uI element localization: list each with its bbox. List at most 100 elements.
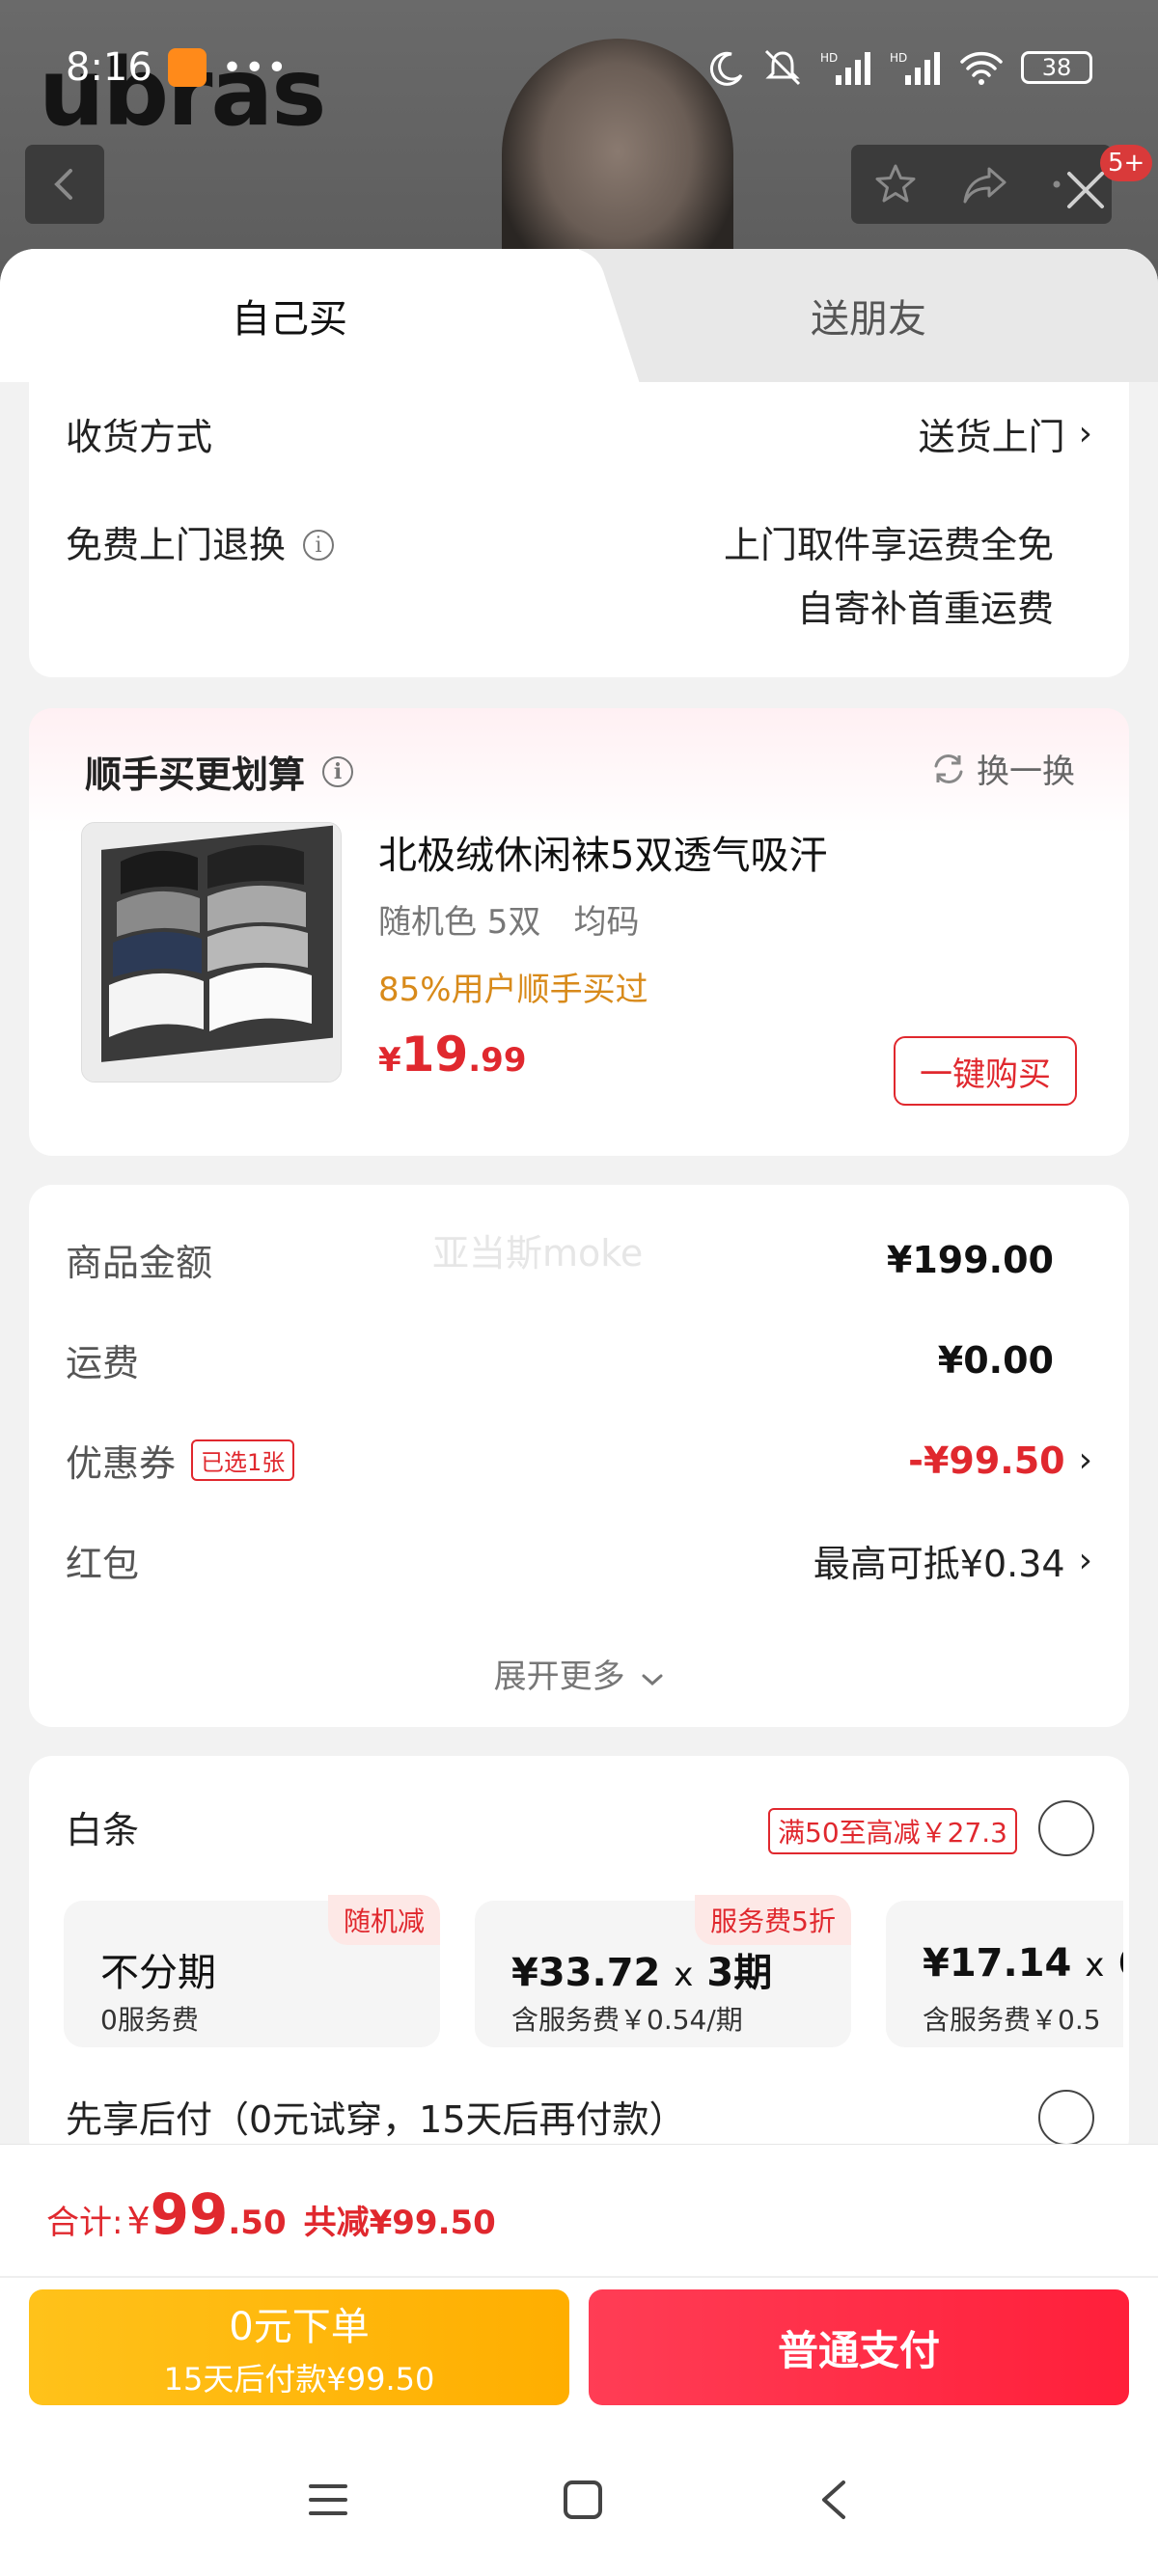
chevron-right-icon: › bbox=[1078, 1541, 1092, 1580]
price-integer: 19 bbox=[400, 1027, 469, 1082]
tab-buy-for-self[interactable]: 自己买 bbox=[0, 249, 579, 382]
plan-amount: ¥17.14 bbox=[923, 1941, 1072, 1986]
total-symbol: ¥ bbox=[126, 2200, 151, 2242]
total-integer: 99 bbox=[150, 2181, 229, 2247]
status-more-dots: ••• bbox=[221, 47, 290, 88]
coupon-value: -¥99.50 bbox=[908, 1439, 1065, 1482]
total-label: 合计: bbox=[46, 2204, 124, 2242]
status-time: 8:16 bbox=[66, 45, 152, 90]
back-button[interactable] bbox=[25, 145, 104, 224]
coupon-row[interactable]: 优惠券 已选1张 -¥99.50 › bbox=[66, 1434, 1092, 1487]
swap-button[interactable]: 换一换 bbox=[930, 745, 1075, 792]
product-spec: 随机色 5双 均码 bbox=[378, 903, 640, 942]
zero-order-subtitle: 15天后付款¥99.50 bbox=[163, 2361, 435, 2398]
delivery-method-row[interactable]: 收货方式 送货上门 › bbox=[66, 407, 1092, 460]
plan-times: x bbox=[1085, 1946, 1105, 1985]
tab-label: 自己买 bbox=[232, 297, 347, 342]
mute-icon bbox=[764, 49, 801, 86]
plan-period: 6 bbox=[1117, 1941, 1123, 1986]
delivery-card: 收货方式 送货上门 › 免费上门退换 i 上门取件享运费全免 自寄补首重运费 bbox=[29, 382, 1129, 677]
normal-pay-button[interactable]: 普通支付 bbox=[589, 2289, 1129, 2405]
info-icon[interactable]: i bbox=[322, 755, 354, 787]
total-saved: 共减¥99.50 bbox=[303, 2204, 496, 2242]
addon-title: 顺手买更划算 i bbox=[85, 745, 354, 798]
star-icon[interactable] bbox=[872, 161, 919, 207]
expand-more-button[interactable]: 展开更多 bbox=[29, 1650, 1129, 1697]
goods-amount-value: ¥199.00 bbox=[886, 1238, 1054, 1281]
info-icon[interactable]: i bbox=[303, 530, 335, 561]
payment-method-card: 白条 满50至高减￥27.3 随机减 不分期 0服务费 服务费5折 ¥33.72… bbox=[29, 1756, 1129, 2151]
pay-later-label: 先享后付（0元试穿，15天后再付款） bbox=[66, 2098, 686, 2141]
free-return-label: 免费上门退换 bbox=[66, 524, 287, 566]
system-nav-bar bbox=[0, 2423, 1158, 2576]
red-packet-row[interactable]: 红包 最高可抵¥0.34 › bbox=[66, 1534, 1092, 1587]
zero-yuan-order-button[interactable]: 0元下单 15天后付款¥99.50 bbox=[29, 2289, 569, 2405]
moon-icon bbox=[709, 51, 743, 86]
plan-3-installments[interactable]: 服务费5折 ¥33.72 x 3期 含服务费￥0.54/期 bbox=[475, 1895, 851, 2047]
order-totals-card: 亚当斯moke 商品金额 ¥199.00 运费 ¥0.00 优惠券 已选1张 -… bbox=[29, 1185, 1129, 1727]
total-decimal: .50 bbox=[228, 2204, 287, 2242]
expand-more-label: 展开更多 bbox=[493, 1658, 625, 1696]
free-return-line1: 上门取件享运费全免 bbox=[723, 524, 1054, 566]
wifi-icon bbox=[960, 51, 1003, 85]
order-total: 合计: ¥ 99 .50 共减¥99.50 bbox=[46, 2181, 496, 2247]
chevron-left-icon bbox=[54, 169, 72, 200]
product-image[interactable] bbox=[81, 822, 342, 1082]
plan-times: x bbox=[674, 1956, 694, 1994]
free-return-row: 免费上门退换 i 上门取件享运费全免 自寄补首重运费 bbox=[66, 513, 1092, 641]
plan-no-installment[interactable]: 随机减 不分期 0服务费 bbox=[64, 1895, 440, 2047]
share-icon[interactable] bbox=[960, 161, 1010, 207]
checkout-bottom-bar: 合计: ¥ 99 .50 共减¥99.50 0元下单 15天后付款¥99.50 … bbox=[0, 2144, 1158, 2576]
free-return-detail: 上门取件享运费全免 自寄补首重运费 bbox=[724, 513, 1054, 641]
red-packet-value: 最高可抵¥0.34 bbox=[813, 1543, 1065, 1585]
signal-icon: HD bbox=[820, 51, 870, 85]
plan-sub: 含服务费￥0.5 bbox=[923, 2004, 1101, 2036]
back-nav-icon[interactable] bbox=[816, 2479, 851, 2521]
plan-sub: 含服务费￥0.54/期 bbox=[511, 2004, 743, 2036]
purchase-tabs: 自己买 送朋友 bbox=[0, 249, 1158, 382]
addon-title-text: 顺手买更划算 bbox=[85, 754, 306, 796]
shipping-value: ¥0.00 bbox=[937, 1338, 1054, 1382]
plan-tag: 随机减 bbox=[327, 1895, 440, 1945]
shipping-label: 运费 bbox=[66, 1342, 140, 1384]
price-decimal: .99 bbox=[468, 1041, 527, 1080]
price-symbol: ¥ bbox=[378, 1041, 401, 1080]
chevron-right-icon: › bbox=[1078, 1440, 1092, 1480]
socks-box-illustration bbox=[82, 823, 341, 1082]
free-return-line2: 自寄补首重运费 bbox=[796, 588, 1054, 630]
close-icon[interactable] bbox=[1062, 166, 1110, 214]
shipping-row: 运费 ¥0.00 bbox=[66, 1333, 1092, 1386]
swap-label: 换一换 bbox=[977, 753, 1075, 791]
plan-6-installments[interactable]: ¥17.14 x 6 含服务费￥0.5 bbox=[886, 1901, 1123, 2047]
home-icon[interactable] bbox=[562, 2479, 604, 2521]
coupon-selected-tag: 已选1张 bbox=[191, 1439, 295, 1481]
installment-plans: 随机减 不分期 0服务费 服务费5折 ¥33.72 x 3期 含服务费￥0.54… bbox=[64, 1756, 1123, 2065]
plan-tag: 服务费5折 bbox=[695, 1895, 851, 1945]
divider bbox=[0, 2276, 1158, 2278]
chevron-down-icon bbox=[642, 1674, 663, 1686]
goods-amount-label: 商品金额 bbox=[66, 1242, 213, 1284]
red-packet-label: 红包 bbox=[66, 1543, 140, 1585]
plan-amount: ¥33.72 bbox=[511, 1951, 661, 1995]
social-proof: 85%用户顺手买过 bbox=[378, 971, 648, 1009]
tab-send-to-friend[interactable]: 送朋友 bbox=[579, 249, 1158, 382]
one-click-buy-button[interactable]: 一键购买 bbox=[894, 1036, 1077, 1106]
status-bar: 8:16 ••• HD HD 38 bbox=[0, 39, 1158, 96]
tab-label: 送朋友 bbox=[811, 297, 926, 342]
svg-text:HD: HD bbox=[890, 51, 907, 65]
plan-main: ¥17.14 x 6 bbox=[923, 1941, 1123, 1986]
product-name[interactable]: 北极绒休闲袜5双透气吸汗 bbox=[378, 824, 827, 880]
plan-main: 不分期 bbox=[100, 1951, 216, 1995]
signal-icon-2: HD bbox=[890, 51, 940, 85]
checkout-scroll-area[interactable]: 收货方式 送货上门 › 免费上门退换 i 上门取件享运费全免 自寄补首重运费 顺… bbox=[0, 382, 1158, 2151]
zero-order-title: 0元下单 bbox=[229, 2305, 370, 2349]
addon-card: 顺手买更划算 i 换一换 北极绒休闲袜5双透气吸汗 随机色 5双 均码 85%用… bbox=[29, 708, 1129, 1156]
delivery-method-value: 送货上门 bbox=[918, 416, 1065, 458]
plan-main: ¥33.72 x 3期 bbox=[511, 1941, 772, 1997]
menu-icon[interactable] bbox=[307, 2480, 349, 2519]
plan-period: 3期 bbox=[706, 1951, 773, 1995]
coupon-label: 优惠券 bbox=[66, 1442, 177, 1485]
pay-later-radio[interactable] bbox=[1038, 2090, 1094, 2146]
battery-indicator: 38 bbox=[1021, 51, 1092, 84]
delivery-method-label: 收货方式 bbox=[66, 416, 213, 458]
